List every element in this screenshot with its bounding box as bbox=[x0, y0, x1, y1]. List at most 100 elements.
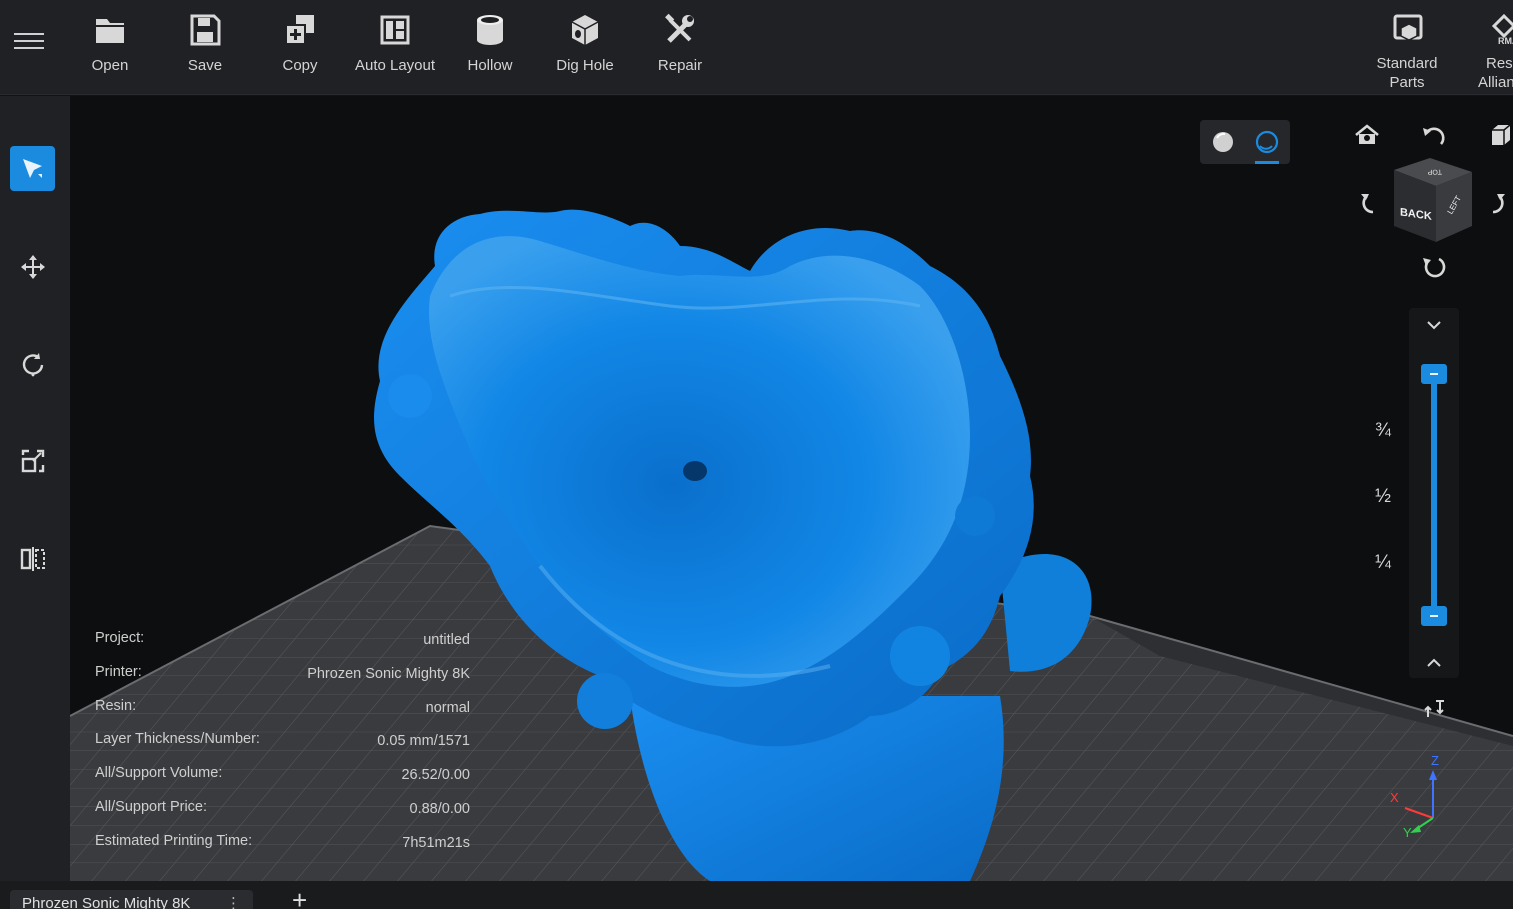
perspective-view-button[interactable] bbox=[1483, 118, 1513, 152]
layer-adjust-icon bbox=[1424, 700, 1444, 717]
standard-parts-button[interactable]: Standard Parts bbox=[1359, 8, 1455, 91]
info-row-volume: All/Support Volume: 26.52/0.00 bbox=[95, 765, 470, 789]
slider-lower-handle[interactable] bbox=[1421, 606, 1447, 626]
dig-hole-label: Dig Hole bbox=[556, 57, 614, 74]
standard-parts-icon bbox=[1393, 14, 1423, 41]
move-tool-button[interactable] bbox=[10, 244, 55, 289]
info-value: normal bbox=[425, 700, 470, 716]
axis-y-label: Y bbox=[1403, 825, 1412, 840]
info-row-project: Project: untitled bbox=[95, 630, 470, 654]
cube-view-icon bbox=[1492, 124, 1511, 145]
slider-mark-quarter: ¼ bbox=[1375, 552, 1391, 573]
info-key: Resin: bbox=[95, 698, 137, 714]
chevron-up-icon bbox=[1427, 658, 1441, 667]
repair-icon bbox=[665, 13, 694, 43]
add-tab-button[interactable]: + bbox=[292, 887, 307, 909]
select-tool-button[interactable] bbox=[10, 146, 55, 191]
copy-button[interactable]: Copy bbox=[252, 8, 348, 90]
info-value: 0.88/0.00 bbox=[409, 801, 470, 817]
hollow-label: Hollow bbox=[467, 57, 513, 74]
slider-sync-button[interactable] bbox=[1417, 692, 1451, 726]
axis-x-label: X bbox=[1390, 790, 1399, 805]
slider-mark-three-quarters: ¾ bbox=[1375, 420, 1391, 441]
standard-parts-label-2: Parts bbox=[1389, 74, 1425, 91]
resin-alliance-logo-icon: RMA bbox=[1491, 13, 1513, 46]
info-value: 0.05 mm/1571 bbox=[377, 733, 470, 749]
repair-label: Repair bbox=[657, 57, 703, 74]
xray-sphere-icon bbox=[1255, 130, 1279, 154]
curved-arrow-left-icon bbox=[1361, 194, 1374, 214]
more-options-icon[interactable]: ⋮ bbox=[226, 894, 241, 909]
dig-hole-icon bbox=[571, 15, 599, 45]
mirror-tool-button[interactable] bbox=[10, 536, 55, 581]
info-value: 7h51m21s bbox=[402, 835, 470, 851]
open-label: Open bbox=[91, 57, 129, 74]
xray-render-button[interactable] bbox=[1252, 128, 1282, 156]
resin-alliance-label-1: Resi bbox=[1486, 55, 1513, 72]
repair-button[interactable]: Repair bbox=[632, 8, 728, 90]
home-eye-icon bbox=[1355, 124, 1379, 144]
info-value: Phrozen Sonic Mighty 8K bbox=[307, 666, 470, 682]
folder-icon bbox=[96, 19, 124, 43]
open-button[interactable]: Open bbox=[62, 8, 158, 90]
solid-render-button[interactable] bbox=[1208, 128, 1238, 156]
resin-alliance-button[interactable]: RMA Resi Allian bbox=[1474, 8, 1513, 91]
render-mode-switch bbox=[1200, 120, 1290, 164]
select-arrow-icon bbox=[22, 158, 42, 178]
axis-z-label: Z bbox=[1431, 753, 1439, 768]
info-key: All/Support Volume: bbox=[95, 765, 223, 781]
info-value: 26.52/0.00 bbox=[401, 767, 470, 783]
info-key: Project: bbox=[95, 630, 145, 646]
rotate-tool-button[interactable] bbox=[10, 341, 55, 386]
bottom-tab-bar: Phrozen Sonic Mighty 8K ⋮ + bbox=[0, 881, 1513, 909]
info-row-layer: Layer Thickness/Number: 0.05 mm/1571 bbox=[95, 731, 470, 755]
view-cube[interactable]: TOP BACK LEFT bbox=[1390, 156, 1476, 246]
solid-sphere-icon bbox=[1213, 132, 1233, 152]
printer-tab[interactable]: Phrozen Sonic Mighty 8K ⋮ bbox=[10, 890, 253, 909]
curved-arrow-down-icon bbox=[1423, 257, 1446, 278]
info-key: Printer: bbox=[95, 664, 142, 680]
slider-expand-button[interactable] bbox=[1417, 646, 1451, 680]
auto-layout-button[interactable]: Auto Layout bbox=[347, 8, 443, 90]
save-label: Save bbox=[187, 57, 223, 74]
svg-text:RMA: RMA bbox=[1498, 36, 1513, 46]
resin-alliance-label-2: Allian bbox=[1478, 74, 1513, 91]
copy-icon bbox=[285, 15, 314, 45]
hamburger-menu-icon[interactable] bbox=[14, 28, 44, 56]
view-cube-top-label: TOP bbox=[1427, 168, 1442, 176]
build-plate-scene: Z X Y bbox=[70, 209, 1513, 881]
layer-slider-track[interactable] bbox=[1431, 364, 1437, 626]
hollow-button[interactable]: Hollow bbox=[442, 8, 538, 90]
slider-mark-half: ½ bbox=[1375, 486, 1391, 507]
curved-arrow-up-icon bbox=[1423, 127, 1445, 145]
top-toolbar: Open Save Copy Auto Layout Hollow Dig Ho… bbox=[0, 0, 1513, 95]
rotate-view-down-button[interactable] bbox=[1416, 250, 1450, 284]
info-row-resin: Resin: normal bbox=[95, 698, 470, 722]
rotate-view-up-button[interactable] bbox=[1416, 118, 1450, 152]
slider-upper-handle[interactable] bbox=[1421, 364, 1447, 384]
rotate-view-left-button[interactable] bbox=[1350, 186, 1384, 220]
home-view-button[interactable] bbox=[1350, 118, 1384, 152]
3d-viewport[interactable]: Z X Y TOP BACK LEFT ¾ ½ ¼ Project: untit… bbox=[70, 96, 1513, 881]
move-icon bbox=[20, 254, 45, 279]
dig-hole-button[interactable]: Dig Hole bbox=[537, 8, 633, 90]
info-key: All/Support Price: bbox=[95, 799, 208, 815]
auto-layout-icon bbox=[380, 15, 410, 45]
auto-layout-label: Auto Layout bbox=[354, 57, 436, 74]
hollow-icon bbox=[477, 15, 503, 45]
curved-arrow-right-icon bbox=[1492, 194, 1505, 214]
rotate-view-right-button[interactable] bbox=[1482, 186, 1513, 220]
info-key: Estimated Printing Time: bbox=[95, 833, 253, 849]
scale-tool-button[interactable] bbox=[10, 438, 55, 483]
slider-collapse-button[interactable] bbox=[1417, 308, 1451, 342]
save-icon bbox=[190, 14, 221, 46]
printer-tab-label: Phrozen Sonic Mighty 8K bbox=[22, 895, 191, 909]
standard-parts-label-1: Standard bbox=[1376, 55, 1438, 72]
info-row-printer: Printer: Phrozen Sonic Mighty 8K bbox=[95, 664, 470, 688]
info-key: Layer Thickness/Number: bbox=[95, 731, 260, 747]
copy-label: Copy bbox=[282, 57, 318, 74]
render-mode-indicator bbox=[1255, 161, 1279, 164]
save-button[interactable]: Save bbox=[157, 8, 253, 90]
scale-icon bbox=[21, 449, 44, 472]
left-tool-sidebar bbox=[0, 96, 70, 881]
